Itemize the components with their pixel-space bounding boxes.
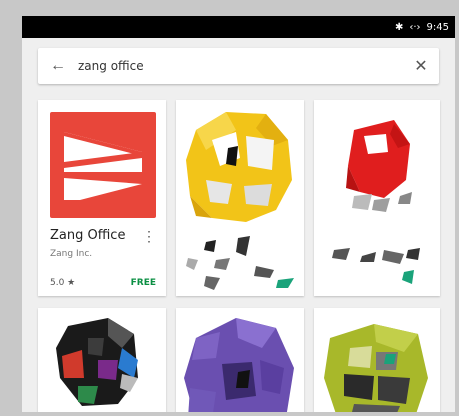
status-time: 9:45 <box>426 21 449 33</box>
app-card-6[interactable] <box>314 308 440 412</box>
app-icon-dark-colorful <box>56 318 138 406</box>
search-bar[interactable]: ← zang office ✕ <box>38 48 439 84</box>
app-price: FREE <box>130 278 156 288</box>
app-developer: Zang Inc. <box>50 249 93 259</box>
search-input[interactable]: zang office <box>78 59 403 73</box>
app-card-2[interactable] <box>176 100 304 296</box>
app-title: Zang Office <box>50 228 126 243</box>
close-icon[interactable]: ✕ <box>403 56 439 76</box>
zang-logo-icon <box>50 112 156 218</box>
arrow-left-icon[interactable]: ← <box>38 57 78 75</box>
app-icon-olive-blob <box>324 324 428 412</box>
screen: ✱ ‹·› 9:45 ← zang office ✕ Zang Office ⋮… <box>22 16 455 412</box>
app-card-5[interactable] <box>176 308 304 412</box>
device-frame: ✱ ‹·› 9:45 ← zang office ✕ Zang Office ⋮… <box>0 0 459 416</box>
bluetooth-icon: ✱ <box>394 21 404 33</box>
app-icon-red-blob <box>332 120 420 284</box>
app-icon-yellow-face <box>186 112 294 290</box>
app-rating: 5.0 ★ <box>50 278 76 288</box>
more-vert-icon[interactable]: ⋮ <box>142 228 156 245</box>
app-icon-purple-blob <box>184 318 294 412</box>
app-card-4[interactable] <box>38 308 166 412</box>
app-card-zang-office[interactable]: Zang Office ⋮ Zang Inc. 5.0 ★ FREE <box>38 100 166 296</box>
status-bar: ✱ ‹·› 9:45 <box>22 16 455 38</box>
app-card-3[interactable] <box>314 100 440 296</box>
link-icon: ‹·› <box>409 21 421 33</box>
